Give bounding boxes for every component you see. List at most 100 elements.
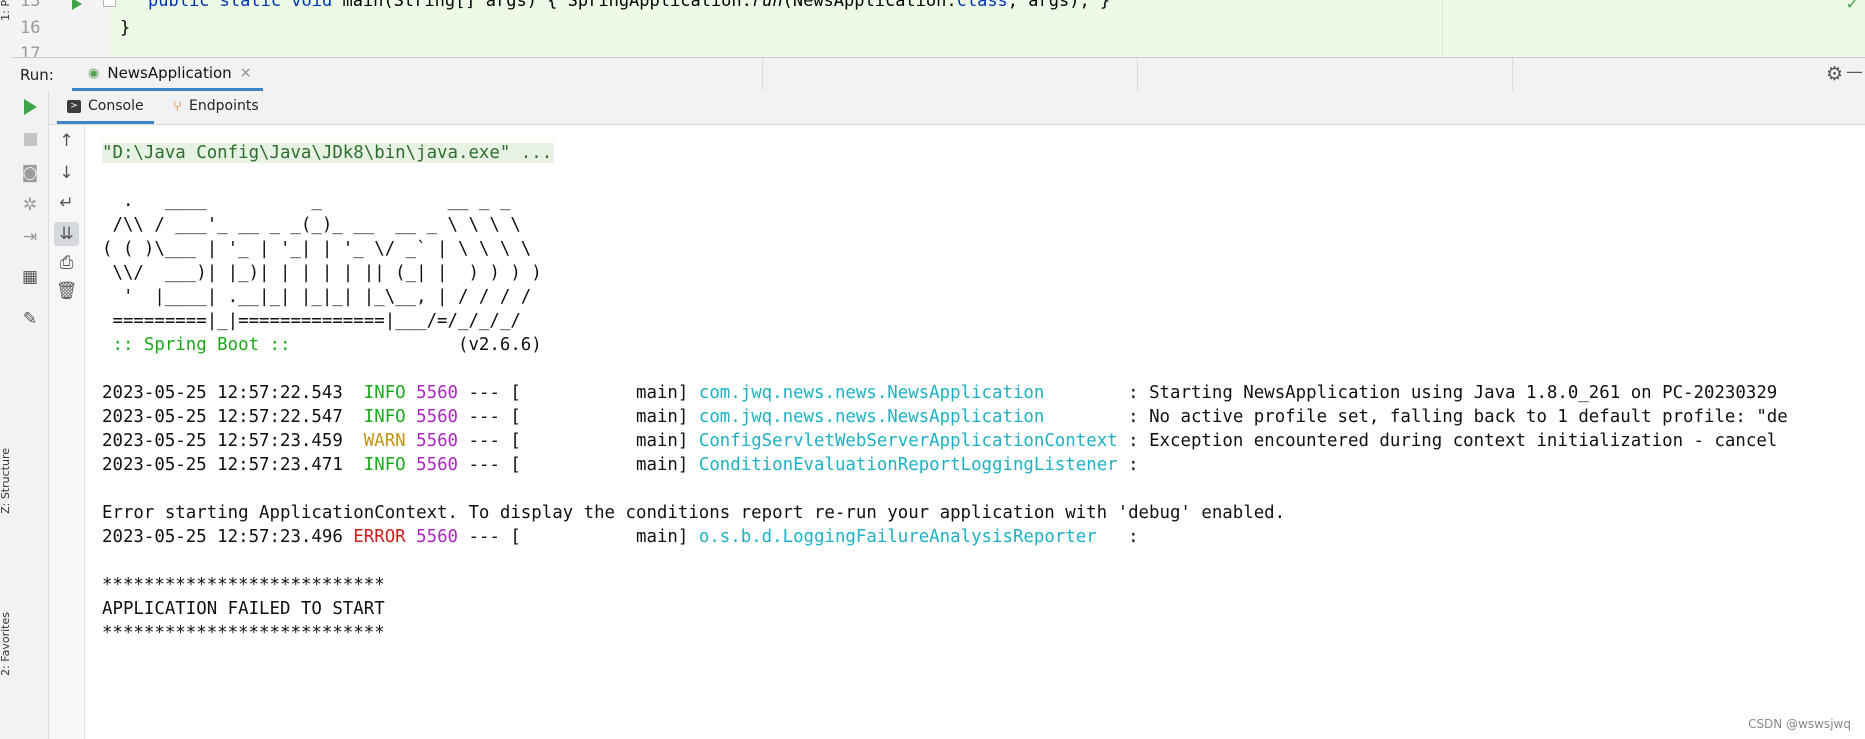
log-message: : No active profile set, falling back to… — [1117, 407, 1788, 427]
log-level: INFO — [363, 383, 406, 403]
run-label: Run: — [20, 66, 54, 84]
log-thread: --- [ main] — [458, 383, 699, 403]
banner-line: /\\ / ___'_ __ _ _(_)_ __ __ _ \ \ \ \ — [102, 215, 521, 235]
banner-line: ' |____| .__|_| |_|_| |_\__, | / / / / — [102, 287, 532, 307]
run-toolbar: ◙ ✲ ⇥ ▦ ✎ — [12, 91, 49, 739]
banner-line: . ____ _ __ _ _ — [102, 191, 511, 211]
camera-icon[interactable]: ◙ — [12, 163, 48, 183]
run-tab-label: NewsApplication — [107, 64, 232, 82]
spring-boot-version: (v2.6.6) — [300, 335, 542, 355]
code-method: main — [342, 0, 384, 11]
banner-line: =========|_|==============|___/=/_/_/_/ — [102, 311, 521, 331]
log-time: 2023-05-25 12:57:23.459 — [102, 431, 343, 451]
code-editor[interactable]: 13 16 17 public static void main(String[… — [12, 0, 1865, 57]
minimize-icon[interactable]: — — [1846, 62, 1863, 82]
print-icon[interactable]: ⎙ — [49, 253, 84, 273]
failed-to-start-line: APPLICATION FAILED TO START — [102, 599, 385, 619]
favorites-tool-tab[interactable]: 2: Favorites — [0, 612, 12, 676]
code-line: public static void main(String[] args) {… — [148, 0, 1110, 11]
log-time: 2023-05-25 12:57:23.496 — [102, 527, 343, 547]
inspection-check-icon[interactable]: ✓ — [1846, 0, 1859, 13]
log-message: : — [1117, 527, 1139, 547]
log-line: 2023-05-25 12:57:22.543 INFO 5560 --- [ … — [102, 381, 1777, 405]
banner-line: \\/ ___)| |_)| | | | | || (_| | ) ) ) ) — [102, 263, 542, 283]
editor-gutter: 13 16 17 — [12, 0, 116, 57]
run-tool-window-header: Run: ◉ NewsApplication × ⚙ — — [12, 57, 1865, 92]
log-thread: --- [ main] — [458, 455, 699, 475]
log-message: : Exception encountered during context i… — [1117, 431, 1778, 451]
log-pid: 5560 — [416, 527, 459, 547]
code-keywords: public static void — [148, 0, 343, 11]
layout-icon[interactable]: ▦ — [12, 267, 48, 287]
tab-console[interactable]: > Console — [57, 91, 154, 124]
spring-boot-label: :: Spring Boot :: — [102, 335, 301, 355]
scroll-down-icon[interactable]: ↓ — [49, 163, 84, 183]
log-logger[interactable]: ConditionEvaluationReportLoggingListener — [699, 455, 1118, 475]
log-thread: --- [ main] — [458, 407, 699, 427]
log-pid: 5560 — [416, 455, 459, 475]
run-gutter-icon[interactable] — [72, 0, 82, 10]
log-logger[interactable]: ConfigServletWebServerApplicationContext — [699, 431, 1118, 451]
code-line: } — [120, 18, 131, 38]
tab-endpoints-label: Endpoints — [189, 98, 259, 114]
close-icon[interactable]: × — [240, 65, 252, 81]
spring-app-icon: ◉ — [88, 65, 100, 81]
spring-boot-version-line: :: Spring Boot :: (v2.6.6) — [102, 333, 542, 357]
code-class-keyword: class — [956, 0, 1008, 11]
stop-icon[interactable] — [24, 133, 37, 146]
tab-endpoints[interactable]: ⑂ Endpoints — [163, 91, 269, 121]
line-number: 16 — [20, 18, 41, 38]
launch-command: "D:\Java Config\Java\JDk8\bin\java.exe" … — [102, 143, 555, 163]
run-tab-newsapplication[interactable]: ◉ NewsApplication × — [72, 58, 264, 91]
log-logger[interactable]: com.jwq.news.news.NewsApplication — [699, 383, 1118, 403]
tab-console-label: Console — [88, 98, 144, 114]
log-line: 2023-05-25 12:57:23.471 INFO 5560 --- [ … — [102, 453, 1139, 477]
log-time: 2023-05-25 12:57:22.543 — [102, 383, 343, 403]
exit-icon[interactable]: ⇥ — [12, 227, 48, 247]
fold-icon[interactable] — [103, 0, 116, 7]
console-side-toolbar: ↑ ↓ ↵ ⇊ ⎙ 🗑 — [49, 125, 85, 739]
structure-tool-tab[interactable]: Z: Structure — [0, 448, 12, 514]
log-line: 2023-05-25 12:57:23.496 ERROR 5560 --- [… — [102, 525, 1139, 549]
console-icon: > — [67, 99, 81, 113]
log-level: INFO — [363, 407, 406, 427]
log-level: ERROR — [353, 527, 406, 547]
gear-icon[interactable]: ⚙ — [1826, 63, 1843, 85]
log-logger[interactable]: o.s.b.d.LoggingFailureAnalysisReporter — [699, 527, 1118, 547]
watermark: CSDN @wswsjwq — [1748, 717, 1851, 731]
console-tab-bar: > Console ⑂ Endpoints — [49, 91, 1865, 125]
line-number: 13 — [20, 0, 41, 11]
log-time: 2023-05-25 12:57:23.471 — [102, 455, 343, 475]
log-message: : — [1117, 455, 1139, 475]
log-thread: --- [ main] — [458, 431, 699, 451]
header-divider — [762, 58, 763, 91]
log-pid: 5560 — [416, 431, 459, 451]
stars-line: *************************** — [102, 575, 385, 595]
log-thread: --- [ main] — [458, 527, 699, 547]
project-tool-tab[interactable]: 1: P — [0, 0, 12, 21]
code-args: (NewsApplication. — [782, 0, 957, 11]
log-message: : Starting NewsApplication using Java 1.… — [1117, 383, 1778, 403]
log-level: WARN — [363, 431, 406, 451]
log-logger[interactable]: com.jwq.news.news.NewsApplication — [699, 407, 1118, 427]
debug-bug-icon[interactable]: ✲ — [12, 195, 48, 215]
pin-icon[interactable]: ✎ — [12, 309, 48, 329]
trash-icon[interactable]: 🗑 — [49, 281, 84, 301]
error-context-message: Error starting ApplicationContext. To di… — [102, 503, 1286, 523]
banner-line: ( ( )\___ | '_ | '_| | '_ \/ _` | \ \ \ … — [102, 239, 532, 259]
log-line: 2023-05-25 12:57:22.547 INFO 5560 --- [ … — [102, 405, 1788, 429]
code-params: (String[] args) { SpringApplication. — [383, 0, 752, 11]
log-time: 2023-05-25 12:57:22.547 — [102, 407, 343, 427]
scroll-up-icon[interactable]: ↑ — [49, 131, 84, 151]
editor-divider — [1442, 0, 1443, 57]
header-divider — [1512, 58, 1513, 91]
code-call: run — [751, 0, 783, 11]
rerun-icon[interactable] — [24, 99, 37, 115]
soft-wrap-icon[interactable]: ↵ — [49, 193, 84, 213]
stars-line: *************************** — [102, 623, 385, 643]
code-end: , args); } — [1007, 0, 1111, 11]
header-divider — [1137, 58, 1138, 91]
console-output[interactable]: "D:\Java Config\Java\JDk8\bin\java.exe" … — [85, 125, 1865, 739]
log-line: 2023-05-25 12:57:23.459 WARN 5560 --- [ … — [102, 429, 1777, 453]
log-pid: 5560 — [416, 407, 459, 427]
